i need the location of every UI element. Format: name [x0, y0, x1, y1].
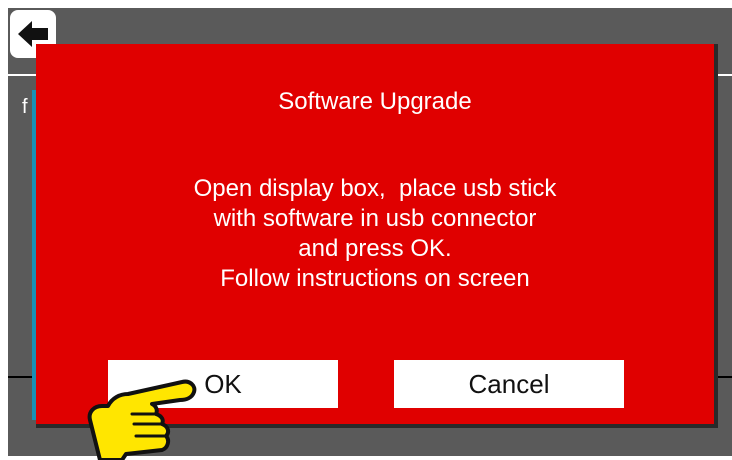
- dialog-message: Open display box, place usb stick with s…: [36, 174, 714, 294]
- pointing-hand-icon: [87, 379, 197, 460]
- ok-button-label: OK: [204, 368, 242, 399]
- background-text-partial: f: [22, 96, 28, 118]
- screen: f Software Upgrade Open display box, pla…: [0, 0, 732, 460]
- dialog-message-line: Follow instructions on screen: [220, 265, 530, 292]
- dialog-message-line: and press OK.: [298, 235, 452, 262]
- dialog-message-line: with software in usb connector: [213, 205, 537, 232]
- dialog-title: Software Upgrade: [278, 88, 472, 115]
- dialog-message-line: Open display box, place usb stick: [193, 175, 557, 202]
- cancel-button-label: Cancel: [468, 368, 550, 399]
- cancel-button[interactable]: Cancel: [394, 360, 624, 408]
